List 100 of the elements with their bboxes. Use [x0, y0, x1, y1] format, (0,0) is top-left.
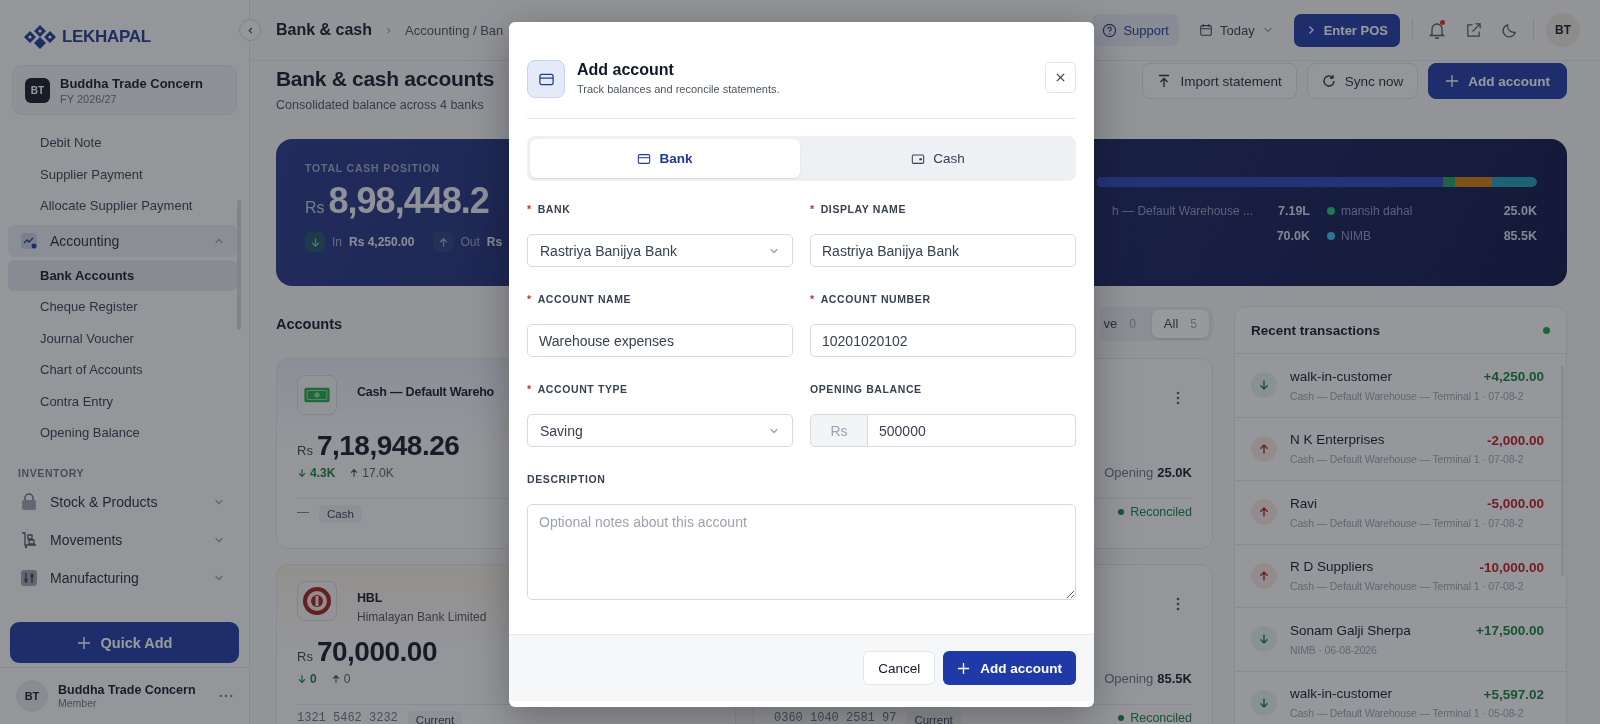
wallet-icon [911, 151, 926, 166]
account-balance: 7,18,948.26 [316, 430, 460, 462]
chevron-left-icon [245, 25, 255, 35]
cash-icon [297, 375, 337, 415]
party-name: Ravi [1290, 495, 1317, 511]
calendar-icon [1199, 23, 1213, 37]
quick-add-button[interactable]: Quick Add [10, 622, 239, 663]
nav-item[interactable]: Cheque Register [8, 291, 237, 323]
nav-item[interactable]: Bank Accounts [8, 259, 237, 291]
input-field[interactable]: 10201020102 [810, 324, 1076, 357]
nav-item[interactable]: Supplier Payment [8, 158, 237, 190]
account-number: 0360 1040 2581 97 [774, 711, 897, 724]
transaction-amount: -2,000.00 [1486, 432, 1544, 448]
nav-group[interactable]: Manufacturing [8, 561, 237, 594]
user-avatar[interactable]: BT [16, 680, 48, 712]
moon-icon [1500, 21, 1518, 39]
close-button[interactable] [1045, 62, 1076, 93]
outflow-amount: 0 [330, 672, 351, 686]
party-name: N K Enterprises [1290, 432, 1385, 448]
cancel-button[interactable]: Cancel [863, 651, 936, 685]
party-name: walk-in-customer [1290, 368, 1393, 384]
input-field[interactable]: 500000 [868, 414, 1076, 447]
external-link-icon [1464, 21, 1482, 39]
brand-name: LEKHAPAL [62, 27, 151, 47]
account-type-tag: Current [906, 711, 961, 724]
arrow-up-icon [330, 674, 341, 684]
legend-label: h — Default Warehouse ... [1112, 204, 1254, 218]
company-name: Buddha Trade Concern [60, 75, 204, 91]
plus-icon [957, 661, 971, 675]
input-field[interactable]: Warehouse expenses [527, 324, 793, 357]
party-name: R D Suppliers [1290, 559, 1374, 575]
opening-amount: 85.5K [1157, 671, 1192, 686]
more-icon[interactable] [219, 694, 233, 698]
field-label: DESCRIPTION [527, 473, 606, 487]
opening-label: Opening [1104, 465, 1154, 480]
help-icon [1102, 22, 1118, 38]
opening-amount: 25.0K [1157, 465, 1192, 480]
account-kind-tab[interactable]: Cash [803, 139, 1073, 178]
currency-label: Rs [305, 199, 325, 217]
legend-value: 25.0K [1503, 204, 1537, 218]
account-kind-tab[interactable]: Bank [530, 139, 800, 178]
transaction-amount: +5,597.02 [1483, 686, 1544, 702]
required-marker: * [810, 293, 815, 307]
section-title: Accounts [276, 315, 343, 332]
support-button[interactable]: Support [1092, 14, 1179, 46]
nav-item[interactable]: Journal Voucher [8, 322, 237, 354]
nav-item[interactable]: Opening Balance [8, 417, 237, 449]
flow-label: In [332, 235, 342, 249]
add-account-button[interactable]: Add account [943, 651, 1076, 685]
more-options-icon[interactable] [1176, 391, 1180, 405]
select-field[interactable]: Rastriya Banijya Bank [527, 234, 793, 267]
nav-item[interactable]: Debit Note [8, 127, 237, 159]
nav-item[interactable]: Allocate Supplier Payment [8, 190, 237, 222]
logo-icon [22, 25, 58, 49]
sync-button[interactable]: Sync now [1306, 63, 1419, 99]
transaction-amount: -10,000.00 [1479, 559, 1544, 575]
date-filter[interactable]: Today [1191, 14, 1282, 46]
more-options-icon[interactable] [1176, 597, 1180, 611]
user-role: Member [58, 697, 98, 709]
company-switcher[interactable]: BT Buddha Trade Concern FY 2026/27 [12, 65, 237, 115]
nav-item[interactable]: Chart of Accounts [8, 354, 237, 386]
field-label: ACCOUNT NAME [537, 293, 632, 307]
account-number: — [297, 505, 309, 519]
arrow-down-icon [1258, 379, 1270, 392]
field-label: DISPLAY NAME [820, 203, 907, 217]
arrow-up-icon [349, 468, 360, 478]
upload-icon [1157, 74, 1172, 88]
enter-pos-button[interactable]: Enter POS [1293, 13, 1400, 47]
arrow-down-icon [1258, 696, 1270, 709]
close-icon [1055, 72, 1066, 83]
refresh-icon [1321, 74, 1336, 88]
field-label: ACCOUNT TYPE [537, 383, 628, 397]
reconciled-status: Reconciled [1118, 711, 1192, 724]
add-account-button[interactable]: Add account [1428, 63, 1567, 99]
currency-label: Rs [297, 443, 313, 458]
chart-icon [20, 231, 38, 250]
nav-group[interactable]: Stock & Products [8, 485, 237, 518]
select-field[interactable]: Saving [527, 414, 793, 447]
total-amount: 8,98,448.2 [328, 180, 489, 222]
user-avatar[interactable]: BT [1546, 13, 1580, 47]
nav-group[interactable]: Movements [8, 523, 237, 556]
required-marker: * [527, 203, 532, 217]
plus-icon [1445, 74, 1460, 88]
breadcrumb: Accounting / Ban [405, 22, 504, 38]
description-field[interactable]: Optional notes about this account [527, 504, 1076, 600]
transaction-amount: +17,500.00 [1476, 623, 1544, 638]
flow-amount: Rs 4,250.00 [349, 235, 415, 249]
nav-item[interactable]: Contra Entry [8, 385, 237, 417]
unread-dot [1440, 20, 1445, 25]
nav-group-label: Manufacturing [50, 569, 140, 586]
account-number: 1321 5462 3232 [297, 711, 398, 724]
import-statement-button[interactable]: Import statement [1142, 63, 1297, 99]
input-field[interactable]: Rastriya Banijya Bank [810, 234, 1076, 267]
arrow-down-icon [297, 468, 307, 478]
nav-group-label: Movements [50, 531, 124, 548]
nav-group[interactable]: Accounting [8, 224, 237, 257]
plus-icon [76, 635, 91, 650]
sliders-icon [20, 568, 38, 587]
page-title: Bank & cash [276, 21, 373, 39]
legend-label: NIMB [1341, 229, 1371, 243]
